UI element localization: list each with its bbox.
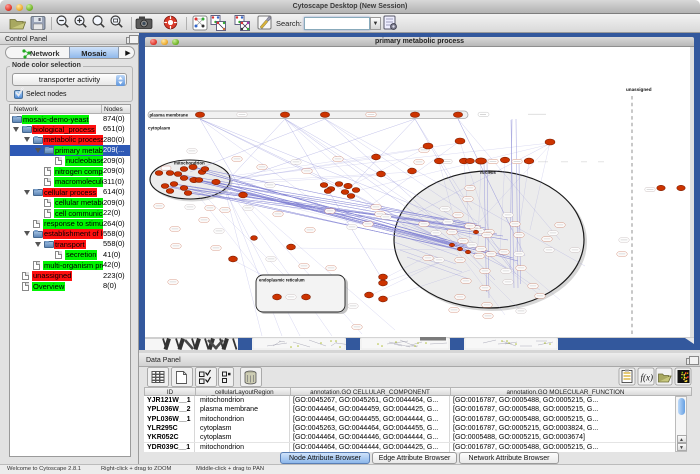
svg-text:f(x): f(x) (641, 373, 654, 383)
svg-text:endoplasmic reticulum: endoplasmic reticulum (259, 278, 305, 283)
svg-text:mitochondrion: mitochondrion (174, 161, 205, 166)
svg-text:plasma membrane: plasma membrane (150, 113, 189, 118)
svg-text:unassigned: unassigned (626, 87, 652, 92)
svg-text:cytoplasm: cytoplasm (148, 126, 170, 131)
